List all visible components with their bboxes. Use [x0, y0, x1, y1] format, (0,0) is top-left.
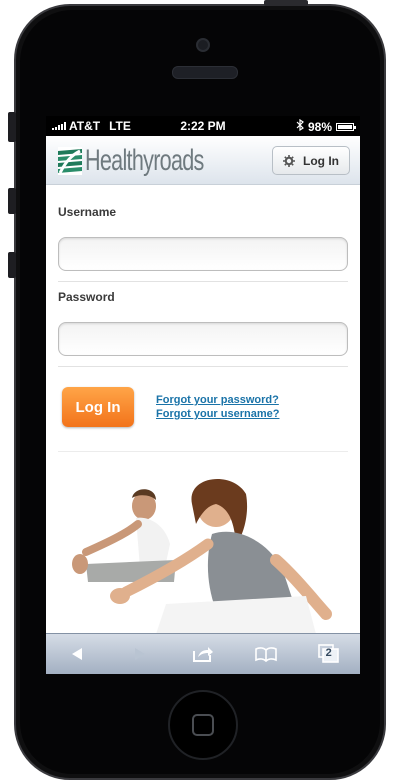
- login-form: Username Password Log In Forgot your pas…: [46, 185, 360, 452]
- status-bar: AT&T LTE 2:22 PM 98%: [46, 116, 360, 136]
- login-submit-button[interactable]: Log In: [62, 387, 134, 427]
- password-field[interactable]: [58, 322, 348, 356]
- forgot-password-link[interactable]: Forgot your password?: [156, 394, 279, 406]
- bluetooth-icon: [296, 118, 304, 134]
- status-bar-right: 98%: [296, 118, 356, 134]
- password-label: Password: [58, 290, 115, 304]
- battery-icon: [336, 122, 356, 131]
- mute-switch: [8, 112, 16, 142]
- forgot-username-link[interactable]: Forgot your username?: [156, 408, 279, 420]
- brand-logo[interactable]: Healthyroads: [58, 144, 250, 178]
- username-field[interactable]: [58, 237, 348, 271]
- home-button[interactable]: [168, 690, 238, 760]
- home-square-icon: [192, 714, 214, 736]
- back-icon[interactable]: [65, 642, 89, 666]
- earpiece-speaker: [172, 66, 238, 79]
- phone-screen: AT&T LTE 2:22 PM 98% Healthyroads Log In…: [46, 116, 360, 674]
- username-label: Username: [58, 205, 117, 219]
- help-links: Forgot your password? Forgot your userna…: [156, 394, 279, 420]
- form-divider: [58, 366, 348, 367]
- forward-icon[interactable]: [128, 642, 152, 666]
- content-divider: [58, 451, 348, 452]
- form-actions: Log In Forgot your password? Forgot your…: [58, 375, 348, 427]
- header-login-label: Log In: [303, 153, 339, 168]
- bookmarks-icon[interactable]: [254, 642, 278, 666]
- app-header: Healthyroads Log In: [46, 136, 360, 185]
- hero-photo: [46, 464, 360, 634]
- battery-percent: 98%: [307, 119, 332, 134]
- front-camera: [196, 38, 210, 52]
- form-divider: [58, 281, 348, 282]
- volume-up-button: [8, 188, 16, 214]
- tabs-icon[interactable]: 2: [317, 642, 341, 666]
- share-icon[interactable]: [191, 642, 215, 666]
- header-login-button[interactable]: Log In: [272, 146, 350, 175]
- power-button: [264, 0, 308, 6]
- tabs-count: 2: [325, 647, 332, 659]
- healthyroads-logo-icon: [58, 147, 82, 175]
- volume-down-button: [8, 252, 16, 278]
- brand-name: Healthyroads: [85, 144, 204, 177]
- browser-toolbar: 2: [46, 633, 360, 674]
- gear-icon: [283, 154, 295, 167]
